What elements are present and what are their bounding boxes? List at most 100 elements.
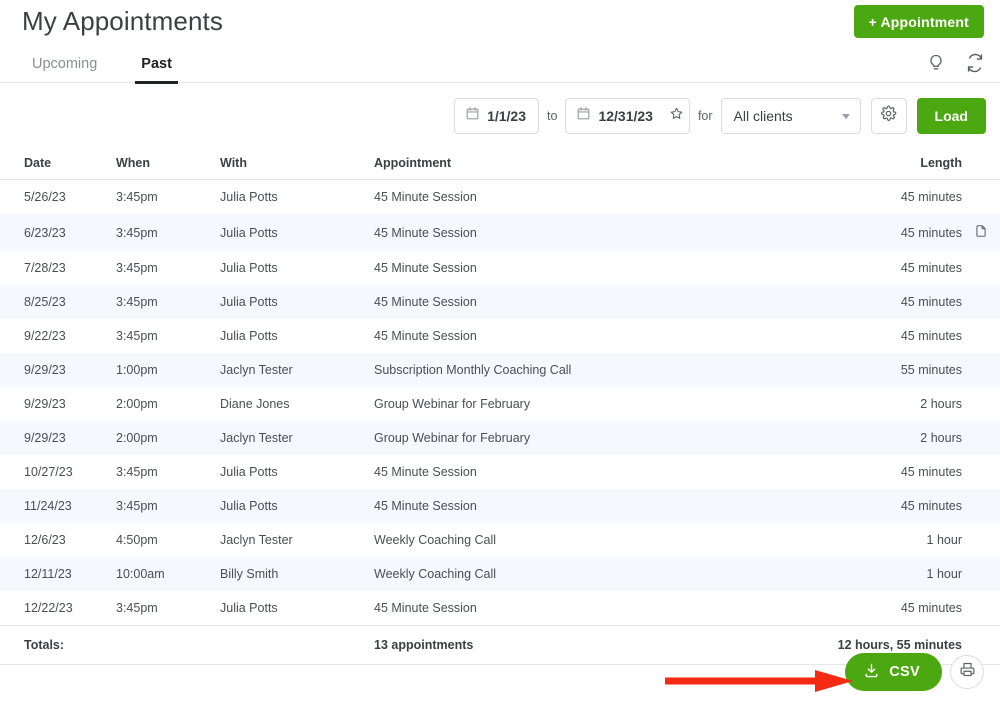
totals-label: Totals: bbox=[0, 625, 116, 665]
cell-date: 9/29/23 bbox=[0, 353, 116, 387]
table-row[interactable]: 12/22/23 3:45pm Julia Potts 45 Minute Sessi… bbox=[0, 591, 1000, 626]
totals-when-blank bbox=[116, 625, 220, 665]
cell-notes[interactable] bbox=[962, 214, 1000, 251]
cell-length: 45 minutes bbox=[794, 214, 962, 251]
header-icon-group bbox=[926, 52, 986, 74]
cell-notes bbox=[962, 319, 1000, 353]
appointments-table-container: Date When With Appointment Length 5/26/2… bbox=[0, 150, 1000, 665]
filter-settings-button[interactable] bbox=[870, 98, 907, 134]
lightbulb-icon[interactable] bbox=[926, 53, 946, 73]
cell-notes bbox=[962, 251, 1000, 285]
cell-length: 45 minutes bbox=[900, 601, 962, 615]
table-row[interactable]: 12/11/23 10:00am Billy Smith Weekly Coachin… bbox=[0, 557, 1000, 591]
table-row[interactable]: 9/29/23 2:00pm Diane Jones Group Webinar fo… bbox=[0, 387, 1000, 421]
table-row[interactable]: 10/27/23 3:45pm Julia Potts 45 Minute Sessi… bbox=[0, 455, 1000, 489]
cell-with: Julia Potts bbox=[220, 285, 374, 319]
cell-when: 3:45pm bbox=[116, 214, 220, 251]
chevron-down-icon bbox=[841, 113, 850, 119]
table-row[interactable]: 12/6/23 4:50pm Jaclyn Tester Weekly Coachin… bbox=[0, 523, 1000, 557]
cell-date: 11/24/23 bbox=[0, 489, 116, 523]
cell-date: 6/23/23 bbox=[0, 214, 116, 251]
cell-date: 9/22/23 bbox=[24, 329, 66, 343]
cell-date: 5/26/23 bbox=[24, 190, 66, 204]
calendar-icon bbox=[465, 106, 480, 126]
table-row[interactable]: 8/25/23 3:45pm Julia Potts 45 Minute Sessio… bbox=[0, 285, 1000, 319]
cell-appointment: Weekly Coaching Call bbox=[374, 557, 794, 591]
cell-notes bbox=[962, 591, 1000, 626]
table-row[interactable]: 9/22/23 3:45pm Julia Potts 45 Minute Sessio… bbox=[0, 319, 1000, 353]
cell-length: 45 minutes bbox=[900, 261, 962, 275]
table-row[interactable]: 5/26/23 3:45pm Julia Potts 45 Minute Sessio… bbox=[0, 180, 1000, 215]
tab-upcoming[interactable]: Upcoming bbox=[10, 56, 119, 83]
cell-notes bbox=[962, 387, 1000, 421]
cell-when: 3:45pm bbox=[116, 285, 220, 319]
date-from-field[interactable]: 1/1/23 bbox=[454, 98, 540, 134]
table-row[interactable]: 7/28/23 3:45pm Julia Potts 45 Minute Sessio… bbox=[0, 251, 1000, 285]
cell-when: 3:45pm bbox=[116, 465, 158, 479]
client-select-value: All clients bbox=[733, 108, 793, 124]
cell-with: Julia Potts bbox=[220, 489, 374, 523]
calendar-icon bbox=[576, 106, 591, 126]
cell-when: 2:00pm bbox=[116, 397, 158, 411]
cell-date: 12/22/23 bbox=[24, 601, 73, 615]
cell-appointment: 45 Minute Session bbox=[374, 329, 477, 343]
tab-bar: Upcoming Past bbox=[0, 46, 1000, 84]
cell-length: 45 minutes bbox=[794, 489, 962, 523]
print-button[interactable] bbox=[950, 655, 984, 689]
table-row[interactable]: 11/24/23 3:45pm Julia Potts 45 Minute Sessi… bbox=[0, 489, 1000, 523]
cell-with: Jaclyn Tester bbox=[220, 353, 374, 387]
cell-date: 12/6/23 bbox=[24, 533, 66, 547]
client-filter-label: for bbox=[697, 109, 713, 123]
cell-with: Julia Potts bbox=[220, 329, 278, 343]
tab-past[interactable]: Past bbox=[119, 56, 194, 84]
cell-length: 1 hour bbox=[794, 557, 962, 591]
date-to-field[interactable]: 12/31/23 bbox=[565, 98, 665, 134]
cell-when: 3:45pm bbox=[116, 601, 158, 615]
cell-appointment: Weekly Coaching Call bbox=[374, 533, 497, 547]
table-row[interactable]: 9/29/23 1:00pm Jaclyn Tester Subscription M… bbox=[0, 353, 1000, 387]
load-button[interactable]: Load bbox=[916, 98, 986, 134]
column-header-with: With bbox=[220, 150, 374, 180]
page-header: My Appointments + Appointment bbox=[0, 0, 1000, 46]
cell-when: 3:45pm bbox=[116, 190, 158, 204]
export-csv-button[interactable]: CSV bbox=[845, 653, 942, 691]
client-select[interactable]: All clients bbox=[720, 98, 861, 134]
column-header-when: When bbox=[116, 150, 220, 180]
cell-length: 45 minutes bbox=[900, 329, 962, 343]
document-icon[interactable] bbox=[974, 225, 988, 241]
column-header-notes bbox=[962, 150, 1000, 180]
cell-notes bbox=[962, 285, 1000, 319]
cell-appointment: 45 Minute Session bbox=[374, 465, 477, 479]
cell-when: 4:50pm bbox=[116, 533, 158, 547]
table-row[interactable]: 9/29/23 2:00pm Jaclyn Tester Group Webinar … bbox=[0, 421, 1000, 455]
cell-length: 1 hour bbox=[926, 533, 962, 547]
cell-with: Jaclyn Tester bbox=[220, 421, 374, 455]
cell-appointment: 45 Minute Session bbox=[374, 190, 477, 204]
annotation-arrow bbox=[665, 670, 853, 692]
add-appointment-button[interactable]: + Appointment bbox=[853, 5, 984, 38]
filter-bar: 1/1/23 to 12/31/23 for All clients Load bbox=[454, 97, 986, 135]
cell-notes bbox=[962, 180, 1000, 215]
date-to-value: 12/31/23 bbox=[598, 108, 653, 124]
sync-refresh-icon[interactable] bbox=[964, 52, 986, 74]
favorite-range-button[interactable] bbox=[663, 98, 690, 134]
export-csv-label: CSV bbox=[889, 664, 920, 680]
cell-with: Julia Potts bbox=[220, 190, 278, 204]
column-header-length: Length bbox=[794, 150, 962, 180]
cell-notes bbox=[962, 489, 1000, 523]
cell-length: 45 minutes bbox=[794, 285, 962, 319]
page-title: My Appointments bbox=[22, 6, 223, 36]
date-range-to-label: to bbox=[547, 109, 558, 123]
cell-with: Julia Potts bbox=[220, 601, 278, 615]
column-header-date: Date bbox=[0, 150, 116, 180]
cell-when: 3:45pm bbox=[116, 261, 158, 275]
cell-date: 8/25/23 bbox=[0, 285, 116, 319]
cell-date: 7/28/23 bbox=[24, 261, 66, 275]
cell-appointment: 45 Minute Session bbox=[374, 489, 794, 523]
cell-with: Julia Potts bbox=[220, 261, 278, 275]
cell-when: 2:00pm bbox=[116, 421, 220, 455]
cell-notes bbox=[962, 523, 1000, 557]
cell-with: Billy Smith bbox=[220, 557, 374, 591]
cell-when: 1:00pm bbox=[116, 353, 220, 387]
table-row[interactable]: 6/23/23 3:45pm Julia Potts 45 Minute Sessio… bbox=[0, 214, 1000, 251]
